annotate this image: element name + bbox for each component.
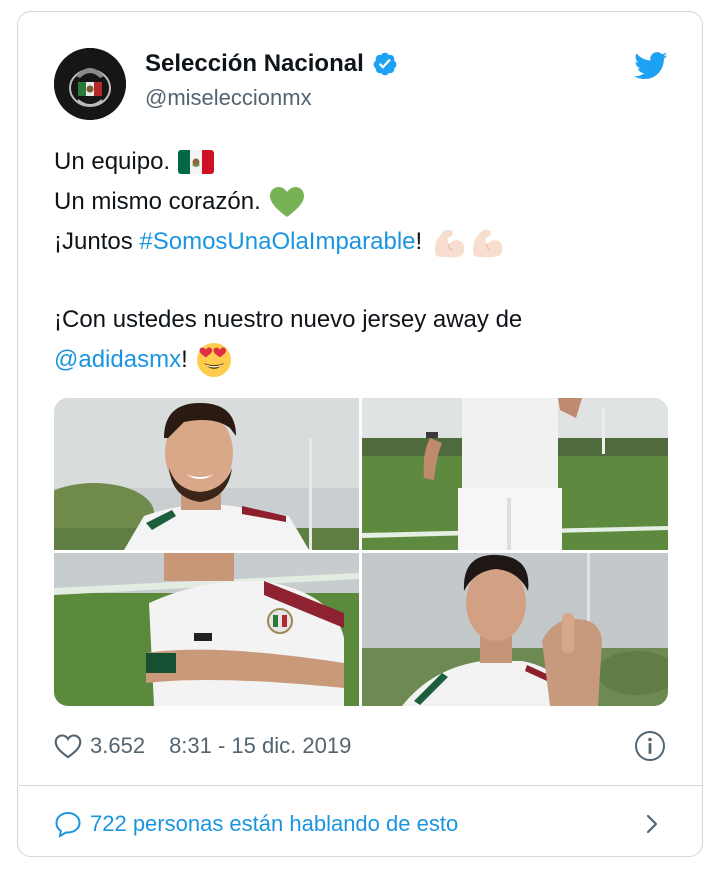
- conversation-link[interactable]: 722 personas están hablando de esto: [54, 806, 668, 842]
- hashtag-link[interactable]: #SomosUnaOlaImparable: [139, 222, 415, 262]
- avatar[interactable]: [54, 48, 126, 120]
- photo-player-smiling[interactable]: [54, 398, 359, 550]
- tweet-text-line: Un equipo.: [54, 148, 171, 175]
- tweet-line-2: Un mismo corazón.: [54, 182, 674, 222]
- mexico-flag-icon: [178, 150, 215, 174]
- photo-player-pointing[interactable]: [362, 553, 668, 706]
- verified-badge-icon: [373, 52, 397, 76]
- twitter-bird-icon[interactable]: [634, 52, 668, 80]
- tweet-text: Un equipo. Un mismo corazón. ¡Juntos #So…: [54, 142, 674, 380]
- tweet-line-1: Un equipo.: [54, 142, 674, 182]
- tweet-line-3: ¡Juntos #SomosUnaOlaImparable !: [54, 222, 674, 262]
- photo-player-arms-crossed[interactable]: [54, 553, 359, 706]
- tweet-card: Selección Nacional @miseleccionmx Un equ…: [17, 11, 703, 857]
- account-handle[interactable]: @miseleccionmx: [145, 85, 312, 111]
- heart-eyes-face-icon: [196, 343, 231, 377]
- tweet-line-5: @adidasmx !: [54, 340, 674, 380]
- tweet-text-line: Un mismo corazón.: [54, 188, 261, 215]
- photo-player-on-field[interactable]: [362, 398, 668, 550]
- speech-bubble-icon: [55, 811, 81, 838]
- tweet-text-segment: !: [415, 228, 423, 255]
- green-heart-icon: [269, 187, 304, 217]
- mention-link[interactable]: @adidasmx: [54, 340, 181, 380]
- chevron-right-icon[interactable]: [640, 810, 664, 838]
- footer-divider: [19, 785, 703, 786]
- account-name[interactable]: Selección Nacional: [145, 50, 364, 78]
- tweet-meta: 3.652 8:31 - 15 dic. 2019: [54, 728, 668, 764]
- tweet-text-segment: ¡Juntos: [54, 228, 140, 255]
- tweet-text-segment: !: [181, 346, 188, 373]
- info-icon[interactable]: [634, 730, 666, 762]
- tweet-timestamp[interactable]: 8:31 - 15 dic. 2019: [169, 733, 351, 759]
- flexed-biceps-icon: [435, 229, 465, 258]
- conversation-count[interactable]: 722 personas están hablando de esto: [90, 811, 458, 837]
- tweet-text-line: ¡Con ustedes nuestro nuevo jersey away d…: [54, 306, 523, 333]
- account-name-row[interactable]: Selección Nacional: [145, 50, 398, 78]
- flexed-biceps-icon: [473, 229, 503, 258]
- like-count[interactable]: 3.652: [90, 733, 145, 759]
- tweet-line-4: ¡Con ustedes nuestro nuevo jersey away d…: [54, 300, 674, 340]
- media-grid[interactable]: [54, 398, 668, 706]
- heart-icon[interactable]: [54, 733, 82, 759]
